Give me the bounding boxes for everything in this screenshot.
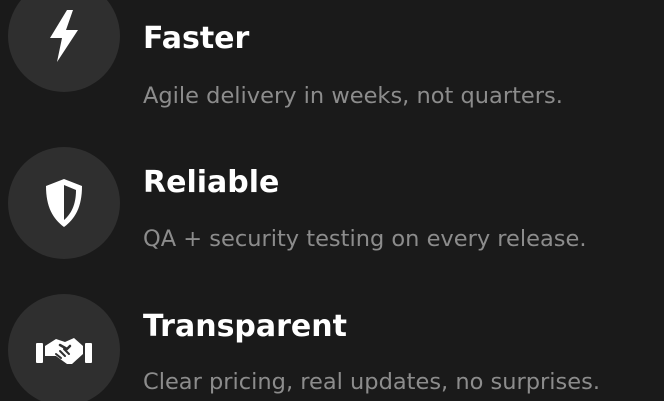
icon-circle bbox=[8, 147, 120, 259]
feature-reliable: Reliable QA + security testing on every … bbox=[0, 142, 664, 262]
shield-icon bbox=[46, 179, 82, 227]
feature-title: Transparent bbox=[143, 309, 347, 344]
icon-circle bbox=[8, 294, 120, 401]
feature-description: QA + security testing on every release. bbox=[143, 226, 587, 252]
feature-transparent: Transparent Clear pricing, real updates,… bbox=[0, 286, 664, 401]
feature-title: Faster bbox=[143, 21, 250, 56]
handshake-icon bbox=[36, 338, 92, 364]
feature-description: Agile delivery in weeks, not quarters. bbox=[143, 83, 563, 109]
icon-circle bbox=[8, 0, 120, 92]
feature-title: Reliable bbox=[143, 165, 280, 200]
feature-faster: Faster Agile delivery in weeks, not quar… bbox=[0, 0, 664, 120]
feature-description: Clear pricing, real updates, no surprise… bbox=[143, 369, 600, 395]
lightning-bolt-icon bbox=[50, 10, 78, 62]
features-list: Faster Agile delivery in weeks, not quar… bbox=[0, 0, 664, 401]
